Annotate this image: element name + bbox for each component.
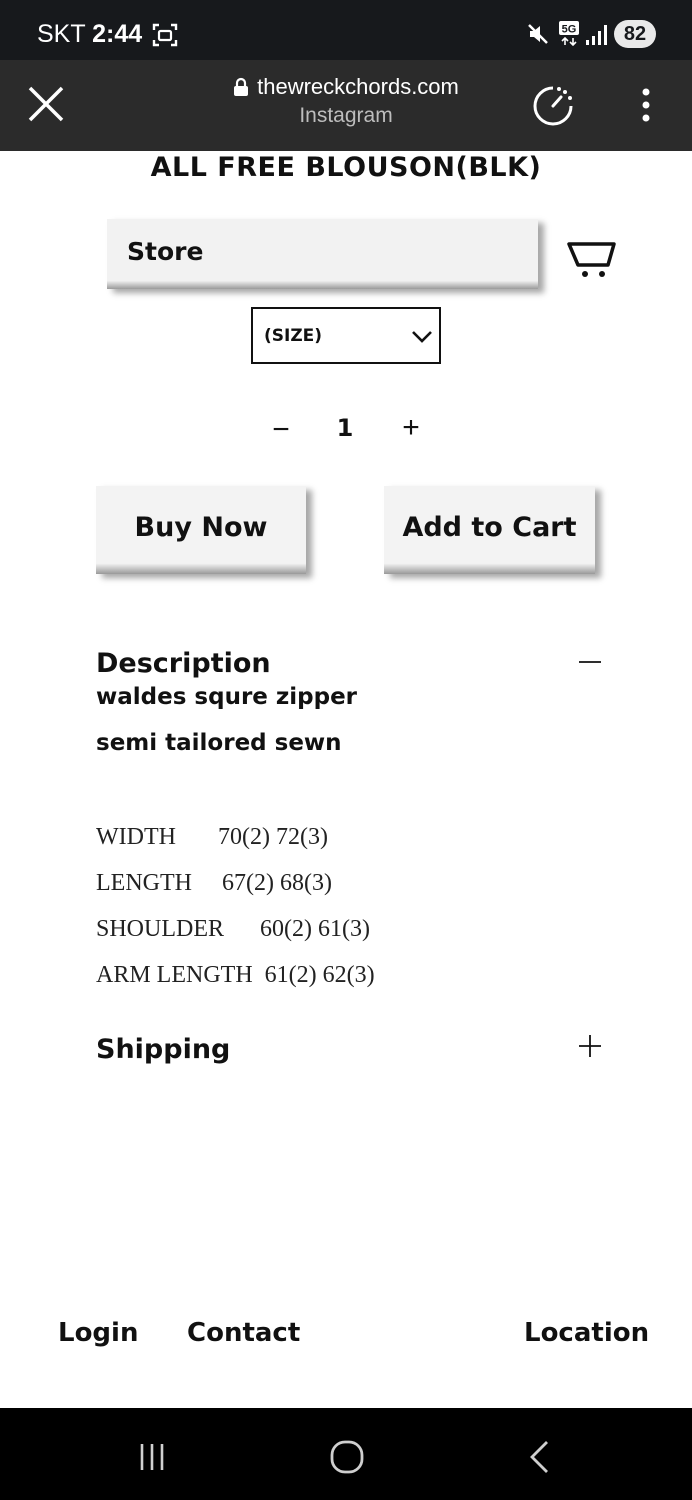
footer-contact-link[interactable]: Contact [187, 1318, 300, 1348]
expand-icon[interactable] [578, 1034, 602, 1058]
chevron-down-icon [412, 331, 432, 343]
url-block[interactable]: thewreckchords.com Instagram [150, 74, 542, 128]
battery-indicator: 82 [614, 20, 656, 48]
home-icon[interactable] [330, 1440, 364, 1474]
screenshot-icon [152, 23, 178, 47]
quantity-increment-button[interactable]: + [396, 410, 426, 446]
spec-arm-length: ARM LENGTH 61(2) 62(3) [96, 962, 375, 988]
buy-now-button[interactable]: Buy Now [96, 486, 306, 574]
product-title: ALL FREE BLOUSON(BLK) [150, 152, 542, 183]
footer-login-link[interactable]: Login [58, 1318, 138, 1348]
url-text: thewreckchords.com [257, 74, 459, 99]
recents-icon[interactable] [136, 1442, 168, 1472]
speed-icon[interactable] [530, 84, 576, 128]
clock: 2:44 [92, 20, 143, 48]
spec-length: LENGTH 67(2) 68(3) [96, 870, 332, 896]
description-line: semi tailored sewn [96, 730, 342, 756]
more-options-icon[interactable] [638, 86, 654, 126]
size-select-value: (SIZE) [264, 326, 323, 346]
status-bar: SKT 2:44 5G 82 [0, 0, 692, 60]
add-to-cart-button[interactable]: Add to Cart [384, 486, 595, 574]
back-icon[interactable] [528, 1440, 552, 1474]
close-icon[interactable] [26, 84, 66, 124]
lock-icon [234, 77, 249, 96]
signal-icon [586, 25, 607, 45]
carrier-label: SKT [37, 20, 86, 48]
url-line: thewreckchords.com [150, 74, 542, 100]
description-heading[interactable]: Description [96, 648, 271, 679]
size-select[interactable]: (SIZE) [251, 307, 441, 364]
footer-location-link[interactable]: Location [524, 1318, 649, 1348]
referrer-label: Instagram [299, 104, 393, 127]
system-nav-bar [0, 1408, 692, 1500]
5g-icon: 5G [559, 21, 579, 46]
quantity-value[interactable]: 1 [330, 414, 360, 442]
collapse-icon[interactable] [578, 652, 602, 672]
spec-width: WIDTH 70(2) 72(3) [96, 824, 328, 850]
description-line: waldes squre zipper [96, 684, 358, 710]
quantity-decrement-button[interactable]: − [266, 412, 296, 448]
network-label: 5G [562, 24, 577, 36]
spec-shoulder: SHOULDER 60(2) 61(3) [96, 916, 370, 942]
cart-icon[interactable] [566, 234, 618, 280]
store-label: Store [127, 237, 204, 266]
browser-toolbar: thewreckchords.com Instagram [0, 60, 692, 151]
status-carrier-time: SKT 2:44 [37, 20, 142, 49]
store-bar[interactable]: Store [107, 219, 538, 289]
mute-icon [528, 24, 548, 44]
shipping-heading[interactable]: Shipping [96, 1034, 230, 1065]
